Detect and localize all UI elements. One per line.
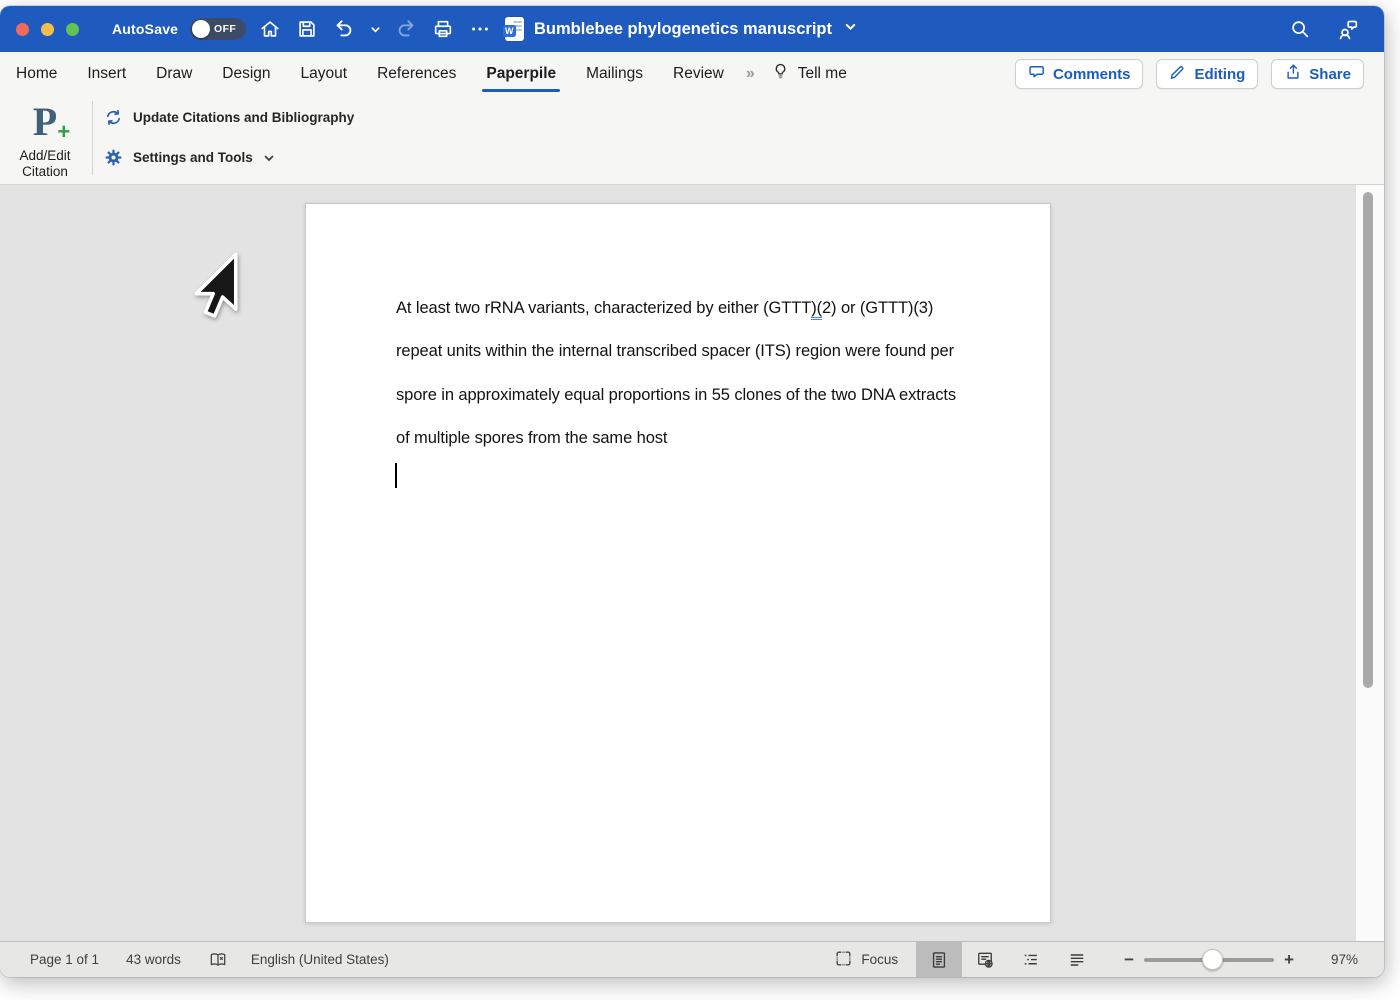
tab-references[interactable]: References (377, 65, 456, 83)
tab-insert[interactable]: Insert (87, 65, 126, 83)
mouse-cursor (190, 251, 238, 327)
share-label: Share (1309, 66, 1351, 83)
title-bar: AutoSave OFF (0, 6, 1384, 52)
save-icon[interactable] (295, 17, 319, 41)
traffic-lights (16, 6, 79, 52)
undo-icon[interactable] (332, 17, 356, 41)
status-bar: Page 1 of 1 43 words English (United Sta… (0, 941, 1384, 977)
add-edit-citation-label-line1: Add/Edit (8, 148, 82, 164)
minimize-icon[interactable] (41, 23, 54, 36)
zoom-controls: − + (1114, 950, 1304, 970)
document-area: At least two rRNA variants, characterize… (0, 185, 1384, 941)
zoom-slider-thumb[interactable] (1202, 949, 1223, 970)
redo-icon (394, 17, 418, 41)
gear-icon (104, 148, 123, 167)
toggle-knob (192, 20, 210, 38)
vertical-scrollbar (1355, 185, 1384, 941)
autosave-state: OFF (214, 23, 236, 35)
ribbon-tab-row: Home Insert Draw Design Layout Reference… (0, 52, 1384, 96)
comments-label: Comments (1053, 66, 1131, 83)
autosave-toggle[interactable]: OFF (190, 18, 246, 40)
paperpile-logo: P + (33, 100, 57, 144)
search-icon[interactable] (1288, 17, 1312, 41)
chevron-down-icon (263, 152, 275, 164)
text-caret (395, 463, 397, 488)
document-title-group[interactable]: W Bumblebee phylogenetics manuscript (505, 6, 857, 52)
print-layout-view-icon[interactable] (916, 942, 962, 977)
share-button[interactable]: Share (1271, 59, 1364, 89)
zoom-slider[interactable] (1144, 958, 1274, 962)
autosave-label: AutoSave (112, 21, 178, 37)
focus-button[interactable]: Focus (834, 949, 898, 971)
word-count[interactable]: 43 words (126, 952, 181, 967)
ribbon-divider (92, 101, 93, 175)
add-edit-citation-label-line2: Citation (8, 164, 82, 180)
refresh-icon (104, 108, 123, 127)
grammar-suggestion-underline[interactable]: )( (811, 299, 822, 320)
outline-view-icon[interactable] (1008, 942, 1054, 977)
text-line-2: repeat units within the internal transcr… (396, 330, 1050, 373)
share-arrow-icon (1284, 63, 1302, 85)
more-ellipsis-icon[interactable] (468, 17, 492, 41)
text-line-3: spore in approximately equal proportions… (396, 374, 1050, 417)
comments-bubble-icon (1028, 63, 1046, 85)
tab-mailings[interactable]: Mailings (586, 65, 643, 83)
zoom-window-icon[interactable] (66, 23, 79, 36)
zoom-in-icon[interactable]: + (1274, 950, 1304, 970)
comments-button[interactable]: Comments (1015, 59, 1144, 89)
editing-pencil-icon (1169, 63, 1187, 85)
tab-review[interactable]: Review (673, 65, 724, 83)
web-layout-view-icon[interactable] (962, 942, 1008, 977)
language-indicator[interactable]: English (United States) (251, 952, 389, 967)
add-edit-citation-button[interactable]: P + Add/Edit Citation (8, 100, 82, 179)
focus-label: Focus (861, 952, 898, 967)
settings-and-tools-label: Settings and Tools (133, 150, 253, 165)
tab-layout[interactable]: Layout (301, 65, 348, 83)
overflow-chevrons-icon[interactable]: » (746, 65, 753, 83)
document-page[interactable]: At least two rRNA variants, characterize… (305, 203, 1051, 923)
update-citations-label: Update Citations and Bibliography (133, 110, 354, 125)
title-chevron-icon[interactable] (844, 20, 857, 38)
document-text: At least two rRNA variants, characterize… (306, 204, 1050, 461)
tab-home[interactable]: Home (16, 65, 57, 83)
lightbulb-icon (771, 62, 790, 86)
settings-and-tools-button[interactable]: Settings and Tools (104, 148, 275, 167)
tell-me-label: Tell me (798, 65, 847, 83)
paperpile-ribbon: P + Add/Edit Citation Update Citations a… (0, 96, 1384, 185)
text-line-1: At least two rRNA variants, characterize… (396, 287, 1050, 330)
editing-label: Editing (1194, 66, 1245, 83)
close-icon[interactable] (16, 23, 29, 36)
text-line-4: of multiple spores from the same host (396, 417, 1050, 460)
home-icon[interactable] (258, 17, 282, 41)
presence-people-icon[interactable] (1336, 17, 1360, 41)
print-icon[interactable] (431, 17, 455, 41)
update-citations-button[interactable]: Update Citations and Bibliography (104, 108, 354, 127)
page-indicator[interactable]: Page 1 of 1 (30, 952, 99, 967)
focus-frame-icon (834, 949, 853, 971)
word-window: AutoSave OFF (0, 6, 1384, 977)
undo-dropdown-chevron-icon[interactable] (369, 17, 381, 41)
tab-design[interactable]: Design (222, 65, 270, 83)
zoom-percentage[interactable]: 97% (1310, 952, 1358, 967)
editing-button[interactable]: Editing (1156, 59, 1258, 89)
scrollbar-thumb[interactable] (1363, 192, 1373, 688)
word-file-icon: W (505, 17, 524, 41)
draft-view-icon[interactable] (1054, 942, 1100, 977)
tab-draw[interactable]: Draw (156, 65, 192, 83)
tab-paperpile[interactable]: Paperpile (486, 65, 556, 83)
view-switcher (916, 942, 1100, 977)
zoom-out-icon[interactable]: − (1114, 950, 1144, 970)
document-title: Bumblebee phylogenetics manuscript (534, 20, 832, 39)
proofing-book-icon[interactable] (208, 950, 228, 970)
tell-me-button[interactable]: Tell me (771, 62, 847, 86)
